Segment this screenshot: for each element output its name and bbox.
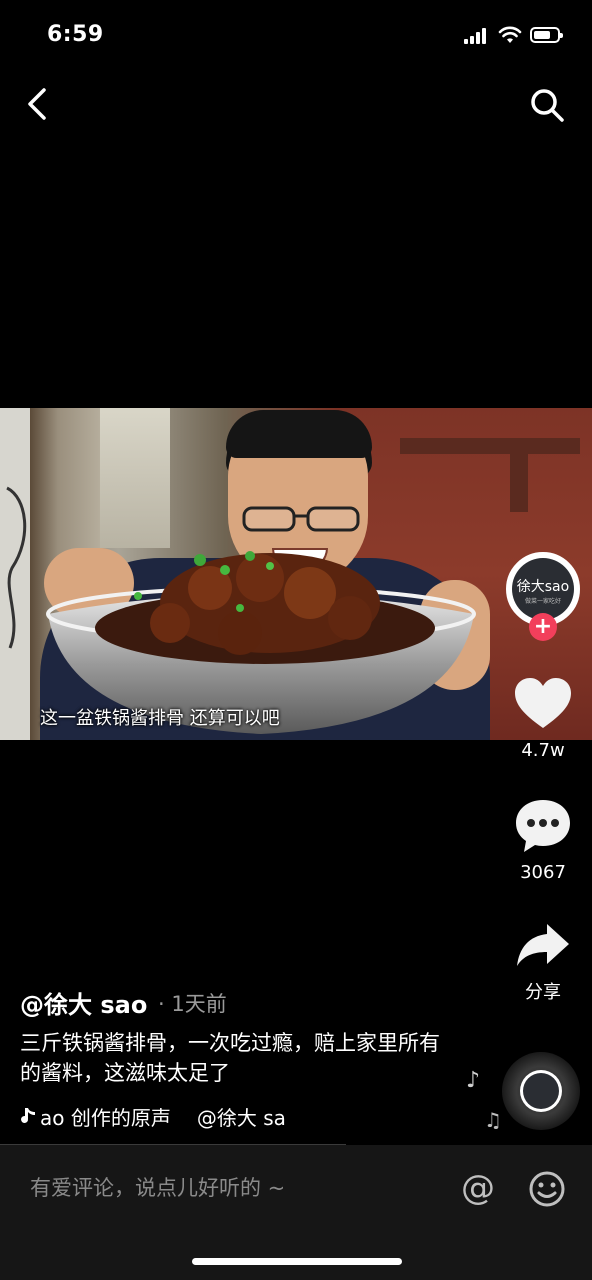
comment-input[interactable]: 有爱评论，说点儿好听的 ~ — [30, 1172, 285, 1202]
comment-button[interactable]: 3067 — [503, 798, 583, 883]
video-subtitle: 这一盆铁锅酱排骨 还算可以吧 — [40, 708, 280, 729]
share-icon — [517, 924, 569, 966]
avatar-subtext: 做菜一家吃好 — [524, 598, 561, 605]
share-button[interactable]: 分享 — [503, 920, 583, 1004]
music-note-icon: ♫ — [484, 1108, 502, 1132]
video-ribs — [95, 551, 435, 664]
status-time: 6:59 — [47, 22, 104, 47]
video-glasses — [242, 506, 360, 532]
search-icon[interactable] — [528, 86, 566, 124]
emoji-icon[interactable] — [528, 1170, 566, 1208]
post-description: 三斤铁锅酱排骨，一次吃过瘾，赔上家里所有的酱料，这滋味太足了 — [20, 1031, 440, 1085]
battery-icon — [530, 27, 563, 43]
disc-cover-image — [523, 1073, 559, 1109]
video-latch — [400, 438, 580, 454]
share-label: 分享 — [525, 982, 561, 1003]
follow-button[interactable]: + — [529, 613, 557, 641]
video-latch-bolt — [510, 452, 528, 512]
comment-icon — [516, 800, 570, 852]
avatar-text: 徐大sao — [516, 579, 570, 595]
wifi-icon — [498, 26, 522, 43]
like-count: 4.7w — [521, 740, 565, 761]
avatar-image: 徐大sao 做菜一家吃好 — [512, 558, 574, 620]
music-note-icon: ♪ — [466, 1068, 481, 1093]
like-button[interactable]: 4.7w — [503, 676, 583, 761]
plus-icon: + — [533, 614, 553, 639]
author-handle[interactable]: @徐大 sao — [20, 985, 147, 1020]
music-disc[interactable] — [502, 1052, 580, 1130]
video-window — [100, 408, 170, 548]
signal-icon — [464, 28, 490, 44]
music-title: ao 创作的原声 — [40, 1106, 171, 1130]
status-bar: 6:59 — [0, 0, 592, 70]
disc-cover — [520, 1070, 562, 1112]
music-marquee[interactable]: ao 创作的原声 @徐大 sa — [20, 1102, 325, 1132]
home-indicator[interactable] — [192, 1258, 402, 1265]
music-author: @徐大 sa — [196, 1106, 286, 1130]
heart-icon — [515, 678, 571, 728]
video-hair-top — [226, 410, 372, 458]
back-icon[interactable] — [22, 86, 56, 122]
music-note-icon — [20, 1106, 40, 1130]
post-time: · 1天前 — [158, 992, 227, 1016]
mention-button[interactable]: @ — [458, 1168, 498, 1208]
comment-count: 3067 — [520, 862, 566, 883]
